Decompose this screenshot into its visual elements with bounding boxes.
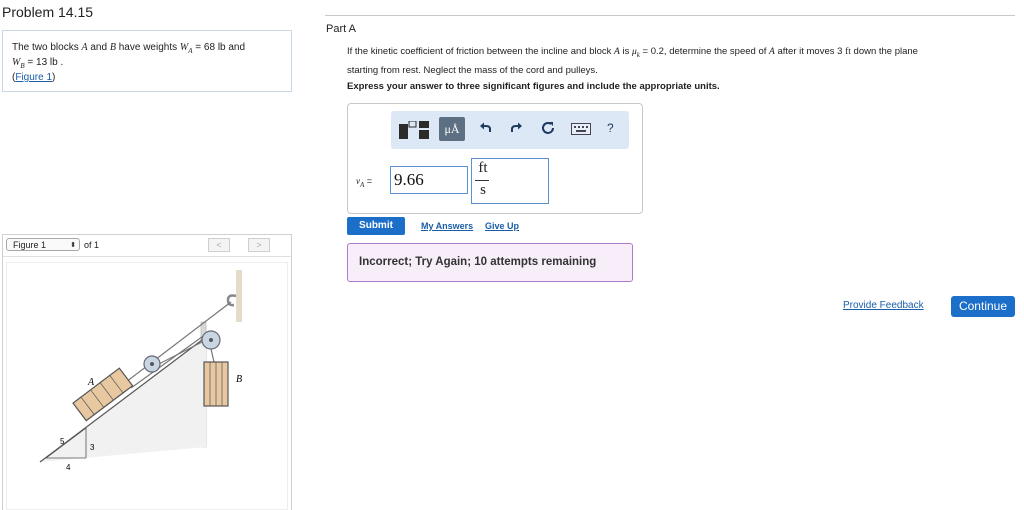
pulley-hub xyxy=(150,362,154,366)
part-title: Part A xyxy=(326,23,356,35)
problem-title: Problem 14.15 xyxy=(2,4,94,20)
figure-count: of 1 xyxy=(84,240,100,250)
question-text: starting from rest. Neglect the mass of … xyxy=(347,64,598,76)
instruction: Express your answer to three significant… xyxy=(347,81,720,92)
weight-a-symbol: W xyxy=(179,42,189,53)
keyboard-icon[interactable] xyxy=(571,123,591,138)
undo-icon[interactable] xyxy=(479,121,493,138)
figure-divider xyxy=(3,256,291,257)
fraction-bar xyxy=(475,180,489,181)
problem-statement: The two blocks A and B have weights WA =… xyxy=(12,42,287,84)
question-text: If the kinetic coefficient of friction b… xyxy=(347,44,1007,78)
question-text: is xyxy=(619,46,632,57)
question-text: down the plane xyxy=(850,46,918,57)
math-toolbar: μÅ ? xyxy=(391,111,629,149)
slope-label-5: 5 xyxy=(60,437,65,446)
label-b: B xyxy=(236,374,242,385)
continue-button[interactable]: Continue xyxy=(951,296,1015,317)
answer-value-input[interactable]: 9.66 xyxy=(390,166,468,194)
label-a: A xyxy=(87,377,95,388)
redo-icon[interactable] xyxy=(509,121,523,138)
answer-variable: vA = xyxy=(356,176,372,189)
submit-button[interactable]: Submit xyxy=(347,217,405,235)
figure-select-value: Figure 1 xyxy=(13,240,47,250)
statement-text: The two blocks xyxy=(12,42,82,53)
slope-label-4: 4 xyxy=(66,463,71,472)
paren: ) xyxy=(52,72,56,83)
next-figure-button[interactable]: > xyxy=(248,238,270,252)
slope-label-3: 3 xyxy=(90,443,95,452)
weight-a-value: = 68 lb and xyxy=(192,42,246,53)
unit-denominator: s xyxy=(480,182,486,198)
my-answers-link[interactable]: My Answers xyxy=(421,221,473,231)
figure-link[interactable]: Figure 1 xyxy=(15,72,52,83)
unit-numerator: ft xyxy=(478,160,488,176)
part-divider xyxy=(325,15,1015,16)
statement-text: and xyxy=(87,42,110,53)
give-up-link[interactable]: Give Up xyxy=(485,221,519,231)
question-text: = 0.2, determine the speed of xyxy=(639,46,770,57)
equals-sign: = xyxy=(364,176,373,186)
figure-select[interactable]: Figure 1 ⬍ xyxy=(6,238,80,251)
prev-figure-button[interactable]: < xyxy=(208,238,230,252)
reset-icon[interactable] xyxy=(541,121,555,138)
top-pulley-hub xyxy=(209,338,213,342)
provide-feedback-link[interactable]: Provide Feedback xyxy=(843,300,924,311)
cord-b xyxy=(210,348,215,363)
pulley-incline-figure: 5 3 4 B A xyxy=(39,270,242,472)
templates-icon[interactable] xyxy=(399,120,429,142)
help-button[interactable]: ? xyxy=(607,121,614,135)
select-arrows-icon: ⬍ xyxy=(70,242,76,249)
question-text: If the kinetic coefficient of friction b… xyxy=(347,46,615,57)
statement-text: have weights xyxy=(115,42,180,53)
weight-b-value: = 13 lb . xyxy=(24,57,64,68)
units-button[interactable]: μÅ xyxy=(439,117,465,141)
feedback-message: Incorrect; Try Again; 10 attempts remain… xyxy=(347,243,633,282)
wall xyxy=(236,270,242,322)
question-text: after it moves 3 xyxy=(774,46,846,57)
